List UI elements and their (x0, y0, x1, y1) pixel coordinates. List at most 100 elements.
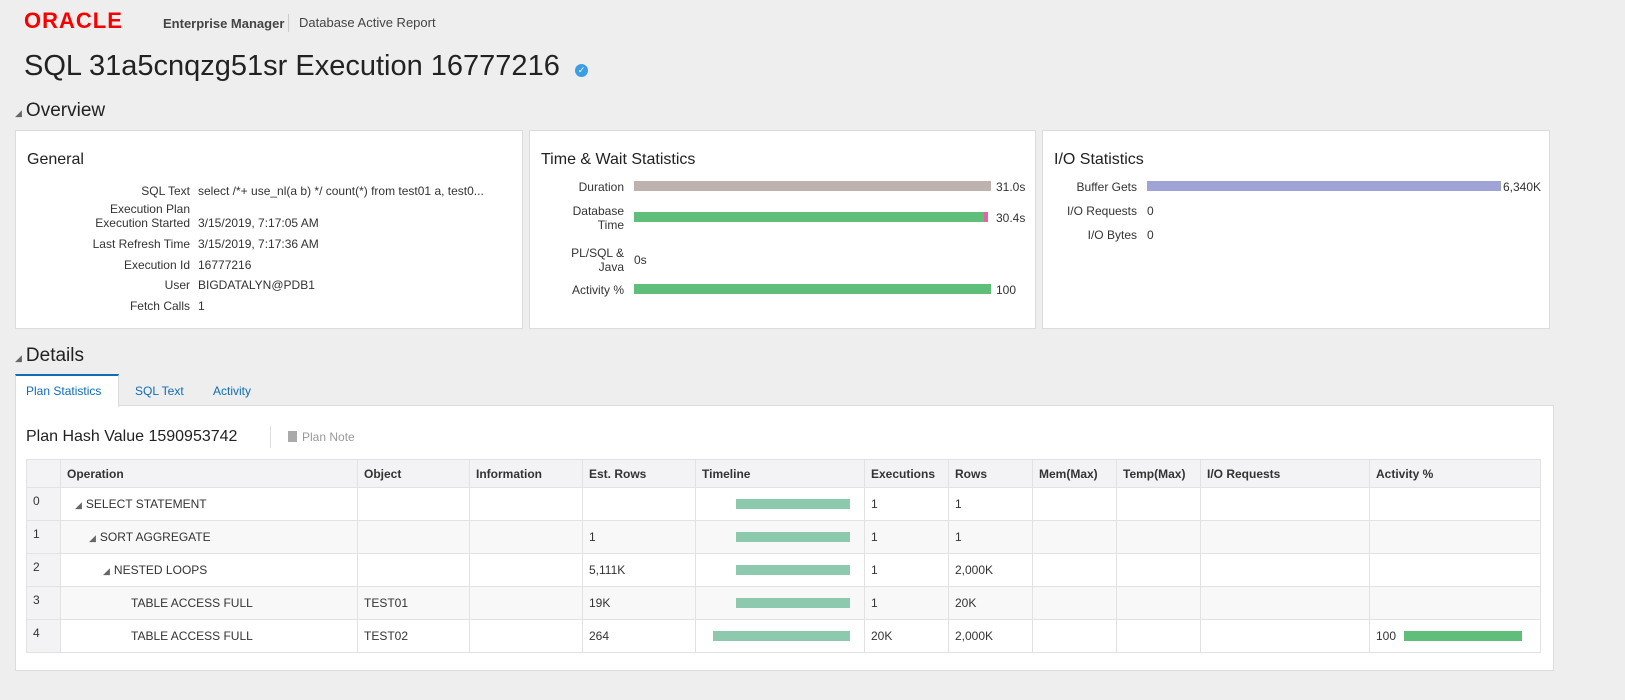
tab-plan-statistics[interactable]: Plan Statistics (15, 374, 119, 407)
plan-row[interactable]: 4 TABLE ACCESS FULL TEST02 264 20K 2,000K 100 (26, 619, 1541, 653)
io-label: I/O Bytes (1087, 228, 1137, 242)
divider (270, 426, 271, 448)
timeline-bar (736, 532, 851, 542)
page-title: SQL 31a5cnqzg51sr Execution 16777216 (24, 50, 560, 82)
timeline-cell (695, 487, 865, 521)
divider (288, 14, 289, 32)
column-header[interactable]: Information (469, 459, 583, 488)
column-header[interactable]: Object (357, 459, 470, 488)
column-header[interactable]: Executions (864, 459, 949, 488)
temp-cell (1116, 619, 1201, 653)
timeline-track (702, 565, 858, 575)
column-header[interactable]: Timeline (695, 459, 865, 488)
stat-value: 31.0s (996, 180, 1026, 194)
plan-note-button[interactable]: Plan Note (288, 430, 355, 444)
plan-row[interactable]: 1 ◢ SORT AGGREGATE 1 1 1 (26, 520, 1541, 554)
rows-cell: 2,000K (948, 619, 1033, 653)
est-rows-cell (582, 487, 696, 521)
column-header[interactable]: Est. Rows (582, 459, 696, 488)
timeline-bar (736, 499, 851, 509)
column-header[interactable]: Activity % (1369, 459, 1541, 488)
stat-label: Activity % (571, 283, 624, 297)
tab-sql-text[interactable]: SQL Text (125, 374, 194, 406)
column-header[interactable]: I/O Requests (1200, 459, 1370, 488)
details-toggle[interactable]: ◢ Details (15, 345, 84, 367)
collapse-icon: ◢ (15, 108, 22, 118)
timeline-cell (695, 586, 865, 620)
field-label: User (164, 278, 190, 292)
time-wait-panel: Time & Wait Statistics Duration 31.0s Data… (529, 130, 1036, 329)
operation-cell: TABLE ACCESS FULL (60, 619, 358, 653)
mem-cell (1032, 520, 1117, 554)
collapse-icon: ◢ (15, 353, 22, 363)
activity-cell (1369, 487, 1541, 521)
plan-row[interactable]: 0 ◢ SELECT STATEMENT 1 1 (26, 487, 1541, 521)
timeline-cell (695, 520, 865, 554)
plan-note-label: Plan Note (302, 430, 355, 444)
status-check-icon: ✓ (575, 64, 588, 77)
temp-cell (1116, 520, 1201, 554)
expand-icon[interactable]: ◢ (89, 533, 96, 543)
object-cell: TEST02 (357, 619, 470, 653)
plan-row[interactable]: 3 TABLE ACCESS FULL TEST01 19K 1 20K (26, 586, 1541, 620)
column-header[interactable]: Operation (60, 459, 358, 488)
information-cell (469, 586, 583, 620)
activity-bar (1404, 631, 1523, 641)
timeline-track (702, 532, 858, 542)
field-label: Execution Plan (109, 202, 190, 216)
document-icon (288, 431, 297, 442)
activity-cell (1369, 586, 1541, 620)
section-title: Overview (25, 100, 106, 121)
row-number: 1 (26, 520, 61, 554)
timeline-track (702, 499, 858, 509)
stat-bar (634, 181, 991, 191)
tab-activity[interactable]: Activity (203, 374, 261, 406)
executions-cell: 1 (864, 487, 949, 521)
product-name: Enterprise Manager (163, 16, 285, 31)
expand-icon[interactable]: ◢ (103, 566, 110, 576)
mem-cell (1032, 586, 1117, 620)
activity-cell (1369, 520, 1541, 554)
row-number: 2 (26, 553, 61, 587)
io-label: Buffer Gets (1076, 180, 1137, 194)
information-cell (469, 487, 583, 521)
row-number: 4 (26, 619, 61, 653)
field-value: 1 (198, 299, 205, 313)
field-value: BIGDATALYN@PDB1 (198, 278, 315, 292)
overview-toggle[interactable]: ◢ Overview (15, 100, 105, 122)
operation-cell: ◢ SORT AGGREGATE (60, 520, 358, 554)
est-rows-cell: 264 (582, 619, 696, 653)
mem-cell (1032, 619, 1117, 653)
timeline-bar (736, 598, 851, 608)
object-cell (357, 520, 470, 554)
io-value: 0 (1147, 204, 1154, 218)
wait-bar (983, 212, 988, 222)
column-header[interactable]: Rows (948, 459, 1033, 488)
plan-row[interactable]: 2 ◢ NESTED LOOPS 5,111K 1 2,000K (26, 553, 1541, 587)
io-requests-cell (1200, 619, 1370, 653)
mem-cell (1032, 487, 1117, 521)
field-label: Fetch Calls (129, 299, 190, 313)
stat-label: PL/SQL & Java (571, 246, 624, 274)
column-header[interactable]: Temp(Max) (1116, 459, 1201, 488)
expand-icon[interactable]: ◢ (75, 500, 82, 510)
row-number-header (26, 459, 61, 488)
panel-title: Time & Wait Statistics (541, 151, 696, 168)
plan-hash-value: Plan Hash Value 1590953742 (26, 428, 238, 445)
column-header[interactable]: Mem(Max) (1032, 459, 1117, 488)
operation-name: SORT AGGREGATE (99, 530, 211, 544)
timeline-bar (736, 565, 851, 575)
operation-name: TABLE ACCESS FULL (131, 629, 253, 643)
stat-value: 100 (996, 283, 1017, 297)
panel-title: General (27, 151, 84, 168)
io-requests-cell (1200, 487, 1370, 521)
timeline-cell (695, 619, 865, 653)
field-label: Execution Started (95, 216, 190, 230)
operation-cell: ◢ NESTED LOOPS (60, 553, 358, 587)
io-requests-cell (1200, 586, 1370, 620)
operation-name: TABLE ACCESS FULL (131, 596, 253, 610)
activity-cell: 100 (1369, 619, 1541, 653)
field-value: 16777216 (198, 258, 252, 272)
stat-value: 0s (634, 253, 647, 267)
est-rows-cell: 5,111K (582, 553, 696, 587)
